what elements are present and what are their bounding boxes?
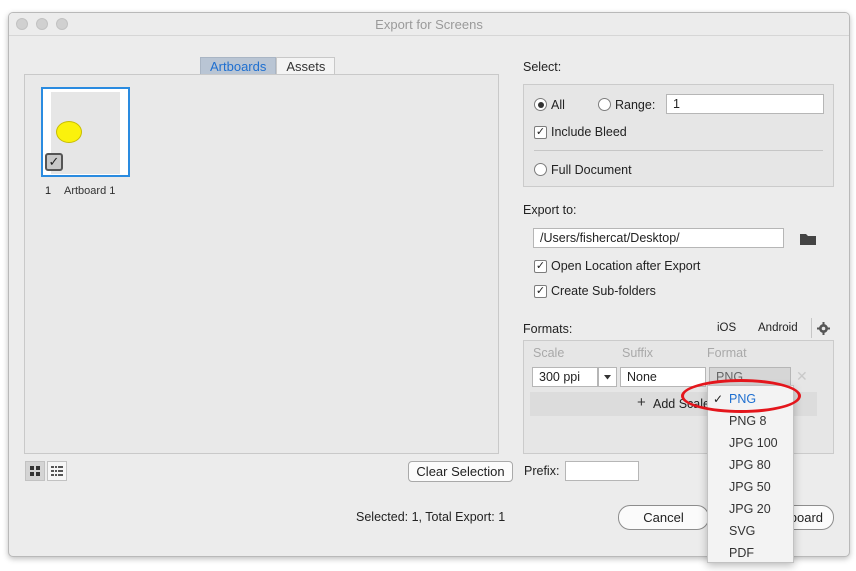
range-label: Range: — [615, 98, 656, 112]
range-input[interactable]: 1 — [666, 94, 824, 114]
yellow-ellipse-shape — [56, 121, 82, 143]
triangle-down-icon — [604, 375, 611, 380]
artboards-panel: ✓ 1 Artboard 1 — [24, 74, 499, 454]
select-divider — [534, 150, 823, 151]
format-option-jpg100[interactable]: JPG 100 — [708, 432, 793, 454]
artboard-number: 1 — [45, 185, 52, 197]
view-tabs: Artboards Assets — [200, 57, 336, 75]
format-option-png8[interactable]: PNG 8 — [708, 410, 793, 432]
grid-view-icon — [30, 466, 40, 476]
full-document-label: Full Document — [551, 163, 632, 177]
format-column-header: Format — [707, 346, 747, 360]
formats-heading: Formats: — [523, 322, 573, 336]
scale-input[interactable]: 300 ppi — [532, 367, 598, 387]
artboard-thumbnail[interactable]: ✓ — [41, 87, 130, 177]
format-option-jpg80[interactable]: JPG 80 — [708, 454, 793, 476]
artboard-checkbox[interactable]: ✓ — [45, 153, 63, 171]
all-radio[interactable] — [534, 98, 547, 111]
tab-artboards[interactable]: Artboards — [200, 57, 277, 75]
open-location-label: Open Location after Export — [551, 259, 701, 273]
remove-scale-icon[interactable]: ✕ — [796, 369, 810, 383]
scale-dropdown-button[interactable] — [598, 367, 617, 387]
format-option-svg[interactable]: SVG — [708, 520, 793, 542]
include-bleed-checkbox[interactable]: ✓ — [534, 126, 547, 139]
format-option-pdf[interactable]: PDF — [708, 542, 793, 564]
red-highlight-ellipse — [681, 379, 801, 413]
range-radio[interactable] — [598, 98, 611, 111]
window-title: Export for Screens — [375, 17, 483, 32]
prefix-input[interactable] — [565, 461, 639, 481]
formats-separator — [811, 318, 812, 338]
list-view-button[interactable] — [47, 461, 67, 481]
android-preset-button[interactable]: Android — [758, 322, 798, 334]
clear-selection-button[interactable]: Clear Selection — [408, 461, 513, 482]
cancel-button[interactable]: Cancel — [618, 505, 709, 530]
suffix-column-header: Suffix — [622, 346, 654, 360]
prefix-label: Prefix: — [524, 464, 560, 478]
suffix-input[interactable]: None — [620, 367, 706, 387]
grid-view-button[interactable] — [25, 461, 45, 481]
plus-icon: + — [637, 394, 646, 411]
ios-preset-button[interactable]: iOS — [717, 322, 736, 334]
open-location-checkbox[interactable]: ✓ — [534, 260, 547, 273]
select-heading: Select: — [523, 60, 562, 74]
tab-assets[interactable]: Assets — [276, 57, 336, 75]
full-document-radio[interactable] — [534, 163, 547, 176]
all-label: All — [551, 98, 565, 112]
export-to-heading: Export to: — [523, 203, 577, 217]
include-bleed-label: Include Bleed — [551, 125, 627, 139]
artboard-name[interactable]: Artboard 1 — [64, 185, 115, 197]
selection-status: Selected: 1, Total Export: 1 — [356, 510, 506, 524]
title-bar: Export for Screens — [9, 13, 849, 36]
format-option-jpg50[interactable]: JPG 50 — [708, 476, 793, 498]
gear-icon[interactable] — [817, 322, 830, 335]
export-path-input[interactable]: /Users/fishercat/Desktop/ — [533, 228, 784, 248]
create-subfolders-label: Create Sub-folders — [551, 284, 656, 298]
format-option-jpg20[interactable]: JPG 20 — [708, 498, 793, 520]
folder-icon[interactable] — [799, 232, 817, 246]
list-view-icon — [51, 466, 63, 476]
create-subfolders-checkbox[interactable]: ✓ — [534, 285, 547, 298]
scale-column-header: Scale — [533, 346, 565, 360]
